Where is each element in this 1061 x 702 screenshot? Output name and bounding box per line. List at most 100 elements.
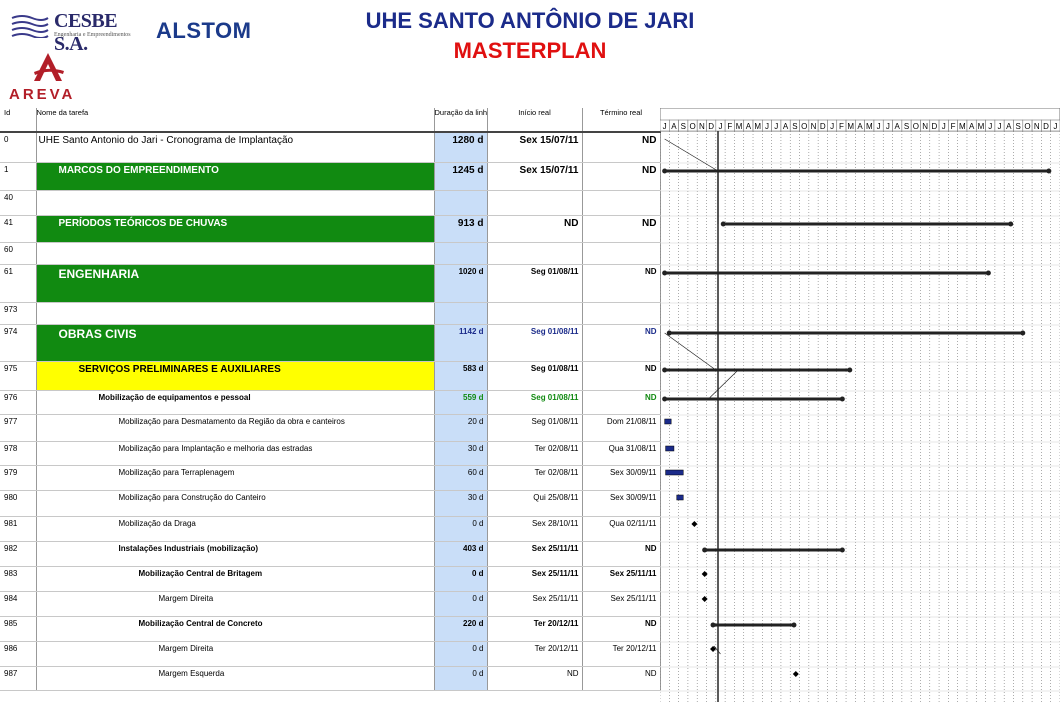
task-duration: 0 d bbox=[434, 591, 488, 617]
summary-cap bbox=[720, 221, 726, 227]
task-name bbox=[36, 302, 435, 325]
task-end: ND bbox=[582, 132, 661, 163]
table-row[interactable]: 0 UHE Santo Antonio do Jari - Cronograma … bbox=[0, 132, 661, 163]
table-row[interactable]: 981 Mobilização da Draga 0 d Sex 28/10/11 Qu… bbox=[0, 516, 661, 542]
col-name-header: Nome da tarefa bbox=[36, 108, 435, 133]
table-row[interactable]: 978 Mobilização para Implantação e melhor… bbox=[0, 441, 661, 466]
cesbe-lines-icon bbox=[11, 15, 49, 38]
milestone-diamond bbox=[701, 571, 708, 577]
table-row[interactable]: 60 bbox=[0, 242, 661, 265]
table-row[interactable]: 984 Margem Direita 0 d Sex 25/11/11 Sex 25/1… bbox=[0, 591, 661, 617]
task-duration: 0 d bbox=[434, 566, 488, 592]
table-row[interactable]: 980 Mobilização para Construção do Cantei… bbox=[0, 490, 661, 517]
month-label: J bbox=[877, 122, 881, 131]
col-start-header: Início real bbox=[487, 108, 583, 133]
table-row[interactable]: 974 OBRAS CIVIS 1142 d Seg 01/08/11 ND bbox=[0, 324, 661, 362]
task-table: Id Nome da tarefa Duração da linha de In… bbox=[0, 108, 661, 691]
table-row[interactable]: 41 PERÍODOS TEÓRICOS DE CHUVAS 913 d ND ND bbox=[0, 215, 661, 243]
task-start: Seg 01/08/11 bbox=[487, 324, 583, 362]
month-label: A bbox=[969, 122, 975, 131]
month-label: F bbox=[839, 122, 844, 131]
month-label: N bbox=[1034, 122, 1040, 131]
task-end bbox=[582, 190, 661, 216]
month-label: M bbox=[736, 122, 743, 131]
table-row[interactable]: 986 Margem Direita 0 d Ter 20/12/11 Ter 20/1… bbox=[0, 641, 661, 667]
table-row[interactable]: 985 Mobilização Central de Concreto 220 dT… bbox=[0, 616, 661, 642]
task-id: 975 bbox=[0, 361, 37, 391]
task-id: 60 bbox=[0, 242, 37, 265]
month-label: J bbox=[765, 122, 769, 131]
task-id: 980 bbox=[0, 490, 37, 517]
month-label: S bbox=[1015, 122, 1020, 131]
table-row[interactable]: 977 Mobilização para Desmatamento da Regi… bbox=[0, 414, 661, 442]
task-name: Margem Esquerda bbox=[36, 666, 435, 691]
task-name: Mobilização para Construção do Canteiro bbox=[36, 490, 435, 517]
month-label: O bbox=[913, 122, 919, 131]
task-start: Ter 02/08/11 bbox=[487, 465, 583, 491]
task-end: ND bbox=[582, 361, 661, 391]
task-id: 974 bbox=[0, 324, 37, 362]
summary-cap bbox=[662, 367, 668, 373]
task-end: ND bbox=[582, 666, 661, 691]
task-duration bbox=[434, 190, 488, 216]
summary-cap bbox=[985, 270, 991, 276]
table-row[interactable]: 987 Margem Esquerda 0 d ND ND bbox=[0, 666, 661, 691]
summary-cap bbox=[662, 168, 668, 174]
month-label: A bbox=[895, 122, 901, 131]
task-end bbox=[582, 302, 661, 325]
task-bar bbox=[665, 469, 684, 476]
task-id: 0 bbox=[0, 132, 37, 163]
table-row[interactable]: 61 ENGENHARIA 1020 d Seg 01/08/11 ND bbox=[0, 264, 661, 303]
task-start: ND bbox=[487, 215, 583, 243]
task-duration: 583 d bbox=[434, 361, 488, 391]
task-duration: 1280 d bbox=[434, 132, 488, 163]
month-label: A bbox=[671, 122, 677, 131]
task-name: PERÍODOS TEÓRICOS DE CHUVAS bbox=[36, 215, 435, 243]
task-id: 40 bbox=[0, 190, 37, 216]
task-name: Instalações Industriais (mobilização) bbox=[36, 541, 435, 567]
task-id: 979 bbox=[0, 465, 37, 491]
page-title: UHE SANTO ANTÔNIO DE JARI bbox=[365, 8, 695, 33]
task-bar bbox=[676, 494, 684, 501]
task-end bbox=[582, 242, 661, 265]
month-label: D bbox=[820, 122, 826, 131]
month-label: M bbox=[847, 122, 854, 131]
month-label: N bbox=[811, 122, 817, 131]
month-label: J bbox=[830, 122, 834, 131]
table-row[interactable]: 973 bbox=[0, 302, 661, 325]
task-end: Sex 25/11/11 bbox=[582, 566, 661, 592]
task-id: 1 bbox=[0, 162, 37, 191]
table-row[interactable]: 976 Mobilização de equipamentos e pessoal… bbox=[0, 390, 661, 415]
task-name bbox=[36, 190, 435, 216]
col-id-header: Id bbox=[0, 108, 37, 133]
table-row[interactable]: 1 MARCOS DO EMPREENDIMENTO 1245 d Sex 15/07… bbox=[0, 162, 661, 191]
task-duration: 1020 d bbox=[434, 264, 488, 303]
task-duration: 913 d bbox=[434, 215, 488, 243]
task-id: 987 bbox=[0, 666, 37, 691]
month-label: N bbox=[699, 122, 705, 131]
table-row[interactable]: 983 Mobilização Central de Britagem 0 d Sex… bbox=[0, 566, 661, 592]
task-duration: 30 d bbox=[434, 490, 488, 517]
task-start: ND bbox=[487, 666, 583, 691]
task-duration bbox=[434, 302, 488, 325]
task-end: Dom 21/08/11 bbox=[582, 414, 661, 442]
task-bar bbox=[665, 445, 675, 452]
task-id: 973 bbox=[0, 302, 37, 325]
month-label: A bbox=[746, 122, 752, 131]
table-row[interactable]: 975 SERVIÇOS PRELIMINARES E AUXILIARES 583… bbox=[0, 361, 661, 391]
task-id: 41 bbox=[0, 215, 37, 243]
task-name: Margem Direita bbox=[36, 641, 435, 667]
task-name: OBRAS CIVIS bbox=[36, 324, 435, 362]
milestone-diamond bbox=[792, 671, 799, 677]
task-name: ENGENHARIA bbox=[36, 264, 435, 303]
month-label: J bbox=[1053, 122, 1057, 131]
summary-cap bbox=[1046, 168, 1052, 174]
task-start bbox=[487, 302, 583, 325]
task-bar bbox=[664, 418, 672, 425]
month-label: S bbox=[792, 122, 797, 131]
table-row[interactable]: 40 bbox=[0, 190, 661, 216]
table-row[interactable]: 982 Instalações Industriais (mobilização)… bbox=[0, 541, 661, 567]
table-row[interactable]: 979 Mobilização para Terraplenagem 60 d Ter… bbox=[0, 465, 661, 491]
task-start: Ter 20/12/11 bbox=[487, 616, 583, 642]
task-name: MARCOS DO EMPREENDIMENTO bbox=[36, 162, 435, 191]
